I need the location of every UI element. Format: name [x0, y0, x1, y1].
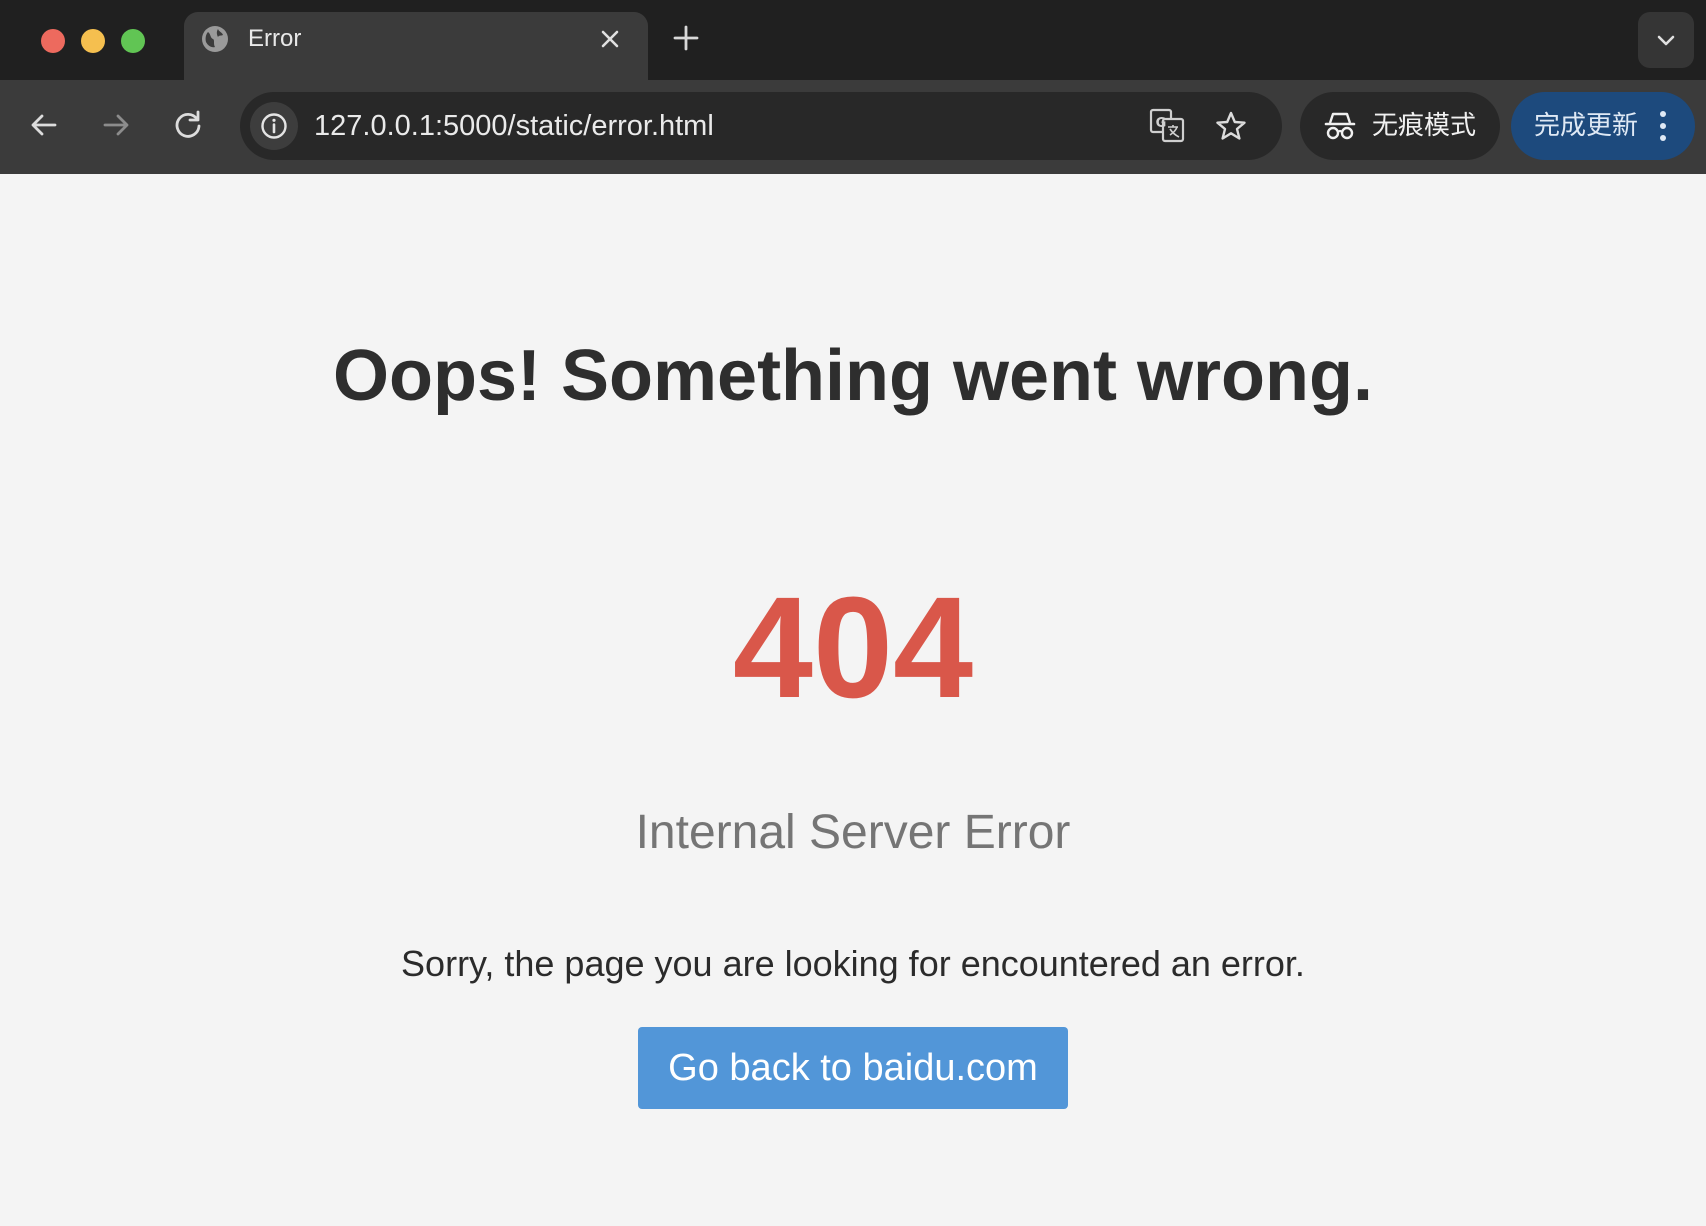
go-back-button[interactable]: Go back to baidu.com	[638, 1027, 1068, 1109]
translate-icon[interactable]: G	[1148, 107, 1186, 145]
minimize-window-button[interactable]	[81, 29, 105, 53]
globe-icon	[202, 26, 228, 52]
arrow-left-icon[interactable]	[26, 107, 62, 143]
incognito-icon	[1324, 112, 1356, 140]
error-reason: Internal Server Error	[635, 806, 1071, 859]
site-info-button[interactable]	[250, 102, 298, 150]
page-content: Oops! Something went wrong. 404 Internal…	[0, 174, 1706, 1226]
browser-window: Error 127.0.0.1:5000/static/error.html G…	[0, 0, 1706, 1226]
tab-search-button[interactable]	[1638, 12, 1694, 68]
toolbar: 127.0.0.1:5000/static/error.html G 无痕模式	[0, 80, 1706, 174]
more-vertical-icon[interactable]	[1657, 108, 1669, 144]
incognito-label: 无痕模式	[1372, 111, 1477, 141]
page-headline: Oops! Something went wrong.	[333, 336, 1373, 416]
tab-title: Error	[248, 25, 302, 52]
chevron-down-icon	[1657, 35, 1675, 46]
close-window-button[interactable]	[41, 29, 65, 53]
update-label: 完成更新	[1534, 111, 1639, 141]
url-text[interactable]: 127.0.0.1:5000/static/error.html	[314, 110, 714, 142]
tab-error[interactable]: Error	[184, 12, 648, 80]
error-message: Sorry, the page you are looking for enco…	[401, 943, 1305, 984]
plus-icon[interactable]	[672, 24, 700, 52]
reload-icon[interactable]	[170, 107, 206, 143]
arrow-right-icon[interactable]	[98, 107, 134, 143]
star-icon[interactable]	[1214, 109, 1248, 143]
error-code: 404	[732, 567, 974, 728]
incognito-button[interactable]: 无痕模式	[1300, 92, 1500, 160]
address-bar[interactable]: 127.0.0.1:5000/static/error.html G	[240, 92, 1282, 160]
svg-text:G: G	[1156, 116, 1167, 131]
close-icon[interactable]	[598, 27, 622, 51]
update-button[interactable]: 完成更新	[1511, 92, 1695, 160]
tab-strip: Error	[0, 0, 1706, 80]
zoom-window-button[interactable]	[121, 29, 145, 53]
info-icon	[261, 113, 287, 139]
